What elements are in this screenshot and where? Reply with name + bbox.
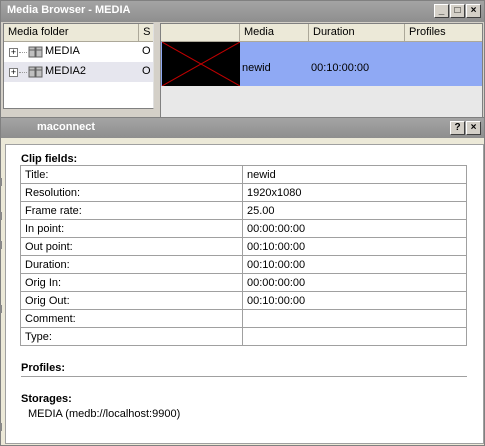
dialog-title: maconnect [37,121,96,133]
folder-item-media[interactable]: + MEDIA O [4,42,153,62]
close-button[interactable]: × [466,4,481,18]
folder-item-media2[interactable]: + MEDIA2 O [4,62,153,82]
clip-fields-body: Title: newid Resolution: 1920x1080 Frame… [20,165,467,346]
media-header-row: Media Duration Profiles [161,24,482,42]
media-list-empty-area [161,86,482,118]
field-value[interactable]: 00:10:00:00 [242,291,467,310]
profiles-separator [21,376,467,378]
field-value[interactable]: 1920x1080 [242,183,467,202]
tree-connector [19,52,27,53]
field-label: Orig In: [20,273,243,292]
media-folder-tree: Media folder S + MEDIA O + MEDIA2 O [3,23,154,109]
field-label: Resolution: [20,183,243,202]
field-row-out-point: Out point: 00:10:00:00 [20,237,467,256]
minimize-button[interactable]: _ [434,4,449,18]
column-header-s[interactable]: S [139,24,153,41]
field-label: Out point: [20,237,243,256]
frame-edge-mark [0,178,2,186]
field-label: Frame rate: [20,201,243,220]
field-value[interactable] [242,309,467,328]
clip-fields-table: Title: newid Resolution: 1920x1080 Frame… [20,165,467,346]
field-label: Duration: [20,255,243,274]
frame-edge-mark [0,305,2,313]
field-value[interactable]: 00:10:00:00 [242,237,467,256]
field-label: Orig Out: [20,291,243,310]
thumbnail-placeholder-icon [162,42,240,86]
database-icon [28,46,43,58]
field-value[interactable] [242,327,467,346]
media-list-pane: Media Duration Profiles newid 00:10:00:0… [160,23,483,119]
frame-edge-mark [0,212,2,220]
folder-status: O [142,65,151,77]
field-value[interactable]: 25.00 [242,201,467,220]
help-button[interactable]: ? [450,121,465,135]
column-header-duration[interactable]: Duration [309,24,405,41]
folder-status: O [142,45,151,57]
clip-fields-heading: Clip fields: [21,153,78,165]
frame-edge-mark [0,241,2,249]
folder-label: MEDIA2 [45,65,86,77]
field-row-comment: Comment: [20,309,467,328]
storages-heading: Storages: [21,393,72,405]
media-browser-window: Media Browser - MEDIA _ □ × Media folder… [0,0,485,120]
field-value[interactable]: 00:00:00:00 [242,273,467,292]
field-row-orig-out: Orig Out: 00:10:00:00 [20,291,467,310]
media-list: Media Duration Profiles newid 00:10:00:0… [160,23,483,119]
field-row-resolution: Resolution: 1920x1080 [20,183,467,202]
field-label: Title: [20,165,243,184]
field-label: Comment: [20,309,243,328]
expand-toggle-icon[interactable]: + [9,47,18,57]
storage-entry: MEDIA (medb://localhost:9900) [28,408,181,420]
window-title: Media Browser - MEDIA [7,4,131,16]
expand-toggle-icon[interactable]: + [9,67,18,77]
folder-header-row: Media folder S [4,24,153,42]
media-duration-cell: 00:10:00:00 [311,62,370,74]
column-header-profiles[interactable]: Profiles [405,24,482,41]
media-list-row[interactable]: newid 00:10:00:00 [161,42,482,86]
field-row-in-point: In point: 00:00:00:00 [20,219,467,238]
column-header-media-folder[interactable]: Media folder [4,24,140,41]
maximize-button[interactable]: □ [450,4,465,18]
field-row-frame-rate: Frame rate: 25.00 [20,201,467,220]
folder-label: MEDIA [45,45,80,57]
close-button[interactable]: × [466,121,481,135]
profiles-heading: Profiles: [21,362,66,374]
column-header-media[interactable]: Media [240,24,309,41]
database-icon [28,66,43,78]
field-label: Type: [20,327,243,346]
column-header-thumbnail[interactable] [161,24,240,41]
field-row-type: Type: [20,327,467,346]
field-row-title: Title: newid [20,165,467,184]
field-value[interactable]: newid [242,165,467,184]
maconnect-titlebar[interactable]: maconnect ? × [1,118,484,138]
field-value[interactable]: 00:10:00:00 [242,255,467,274]
frame-edge-mark [0,423,2,431]
media-browser-titlebar[interactable]: Media Browser - MEDIA _ □ × [1,1,484,22]
field-value[interactable]: 00:00:00:00 [242,219,467,238]
media-id-cell: newid [242,62,271,74]
tree-connector [19,72,27,73]
field-row-duration: Duration: 00:10:00:00 [20,255,467,274]
field-label: In point: [20,219,243,238]
field-row-orig-in: Orig In: 00:00:00:00 [20,273,467,292]
